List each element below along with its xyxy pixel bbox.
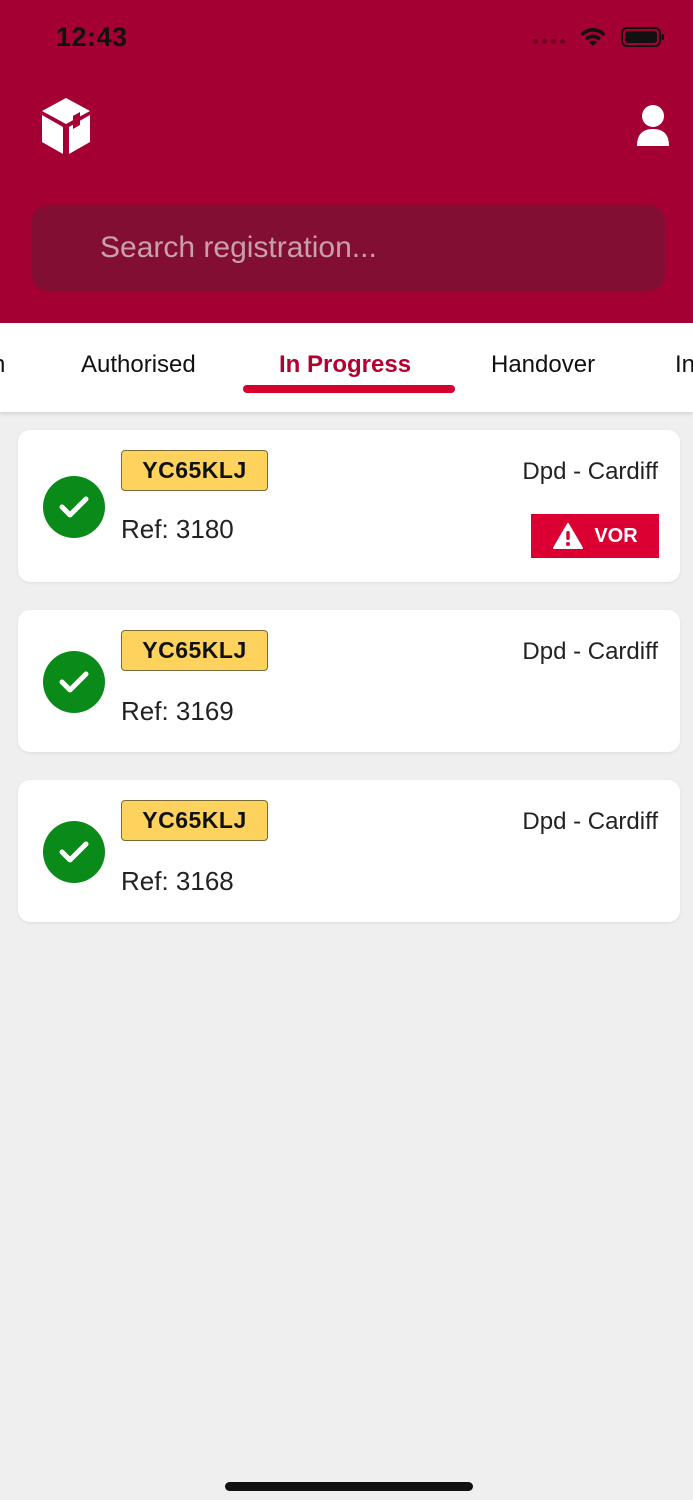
job-location: Dpd - Cardiff	[522, 458, 658, 485]
registration-plate: YC65KLJ	[121, 450, 268, 491]
status-tabs: n Authorised In Progress Handover In	[0, 323, 693, 412]
battery-icon	[621, 27, 664, 47]
tab-authorised[interactable]: Authorised	[81, 351, 196, 379]
profile-icon[interactable]	[635, 104, 671, 148]
wifi-icon	[580, 28, 606, 46]
job-card[interactable]: YC65KLJ Ref: 3180 Dpd - Cardiff VOR	[18, 430, 680, 582]
status-time: 12:43	[56, 22, 128, 52]
signal-icon	[533, 30, 565, 44]
vor-badge-label: VOR	[594, 524, 638, 547]
tab-partial-right[interactable]: In	[675, 351, 693, 379]
registration-plate: YC65KLJ	[121, 800, 268, 841]
search-bar	[32, 205, 665, 291]
home-indicator	[225, 1482, 473, 1491]
check-icon	[43, 821, 105, 883]
package-logo-icon	[42, 98, 90, 154]
status-indicators	[533, 26, 665, 48]
job-card[interactable]: YC65KLJ Ref: 3169 Dpd - Cardiff	[18, 610, 680, 752]
job-ref: Ref: 3168	[121, 866, 234, 896]
job-location: Dpd - Cardiff	[522, 808, 658, 835]
tab-handover[interactable]: Handover	[491, 351, 595, 379]
active-tab-indicator	[243, 385, 455, 393]
tab-in-progress[interactable]: In Progress	[279, 351, 411, 379]
registration-plate: YC65KLJ	[121, 630, 268, 671]
tab-partial-left[interactable]: n	[0, 351, 5, 379]
check-icon	[43, 651, 105, 713]
warning-icon	[553, 523, 584, 549]
app-header: 12:43	[0, 0, 693, 323]
vor-badge: VOR	[531, 514, 659, 558]
job-ref: Ref: 3169	[121, 696, 234, 726]
search-input[interactable]	[100, 205, 640, 291]
job-card[interactable]: YC65KLJ Ref: 3168 Dpd - Cardiff	[18, 780, 680, 922]
job-location: Dpd - Cardiff	[522, 638, 658, 665]
check-icon	[43, 476, 105, 538]
job-ref: Ref: 3180	[121, 514, 234, 544]
